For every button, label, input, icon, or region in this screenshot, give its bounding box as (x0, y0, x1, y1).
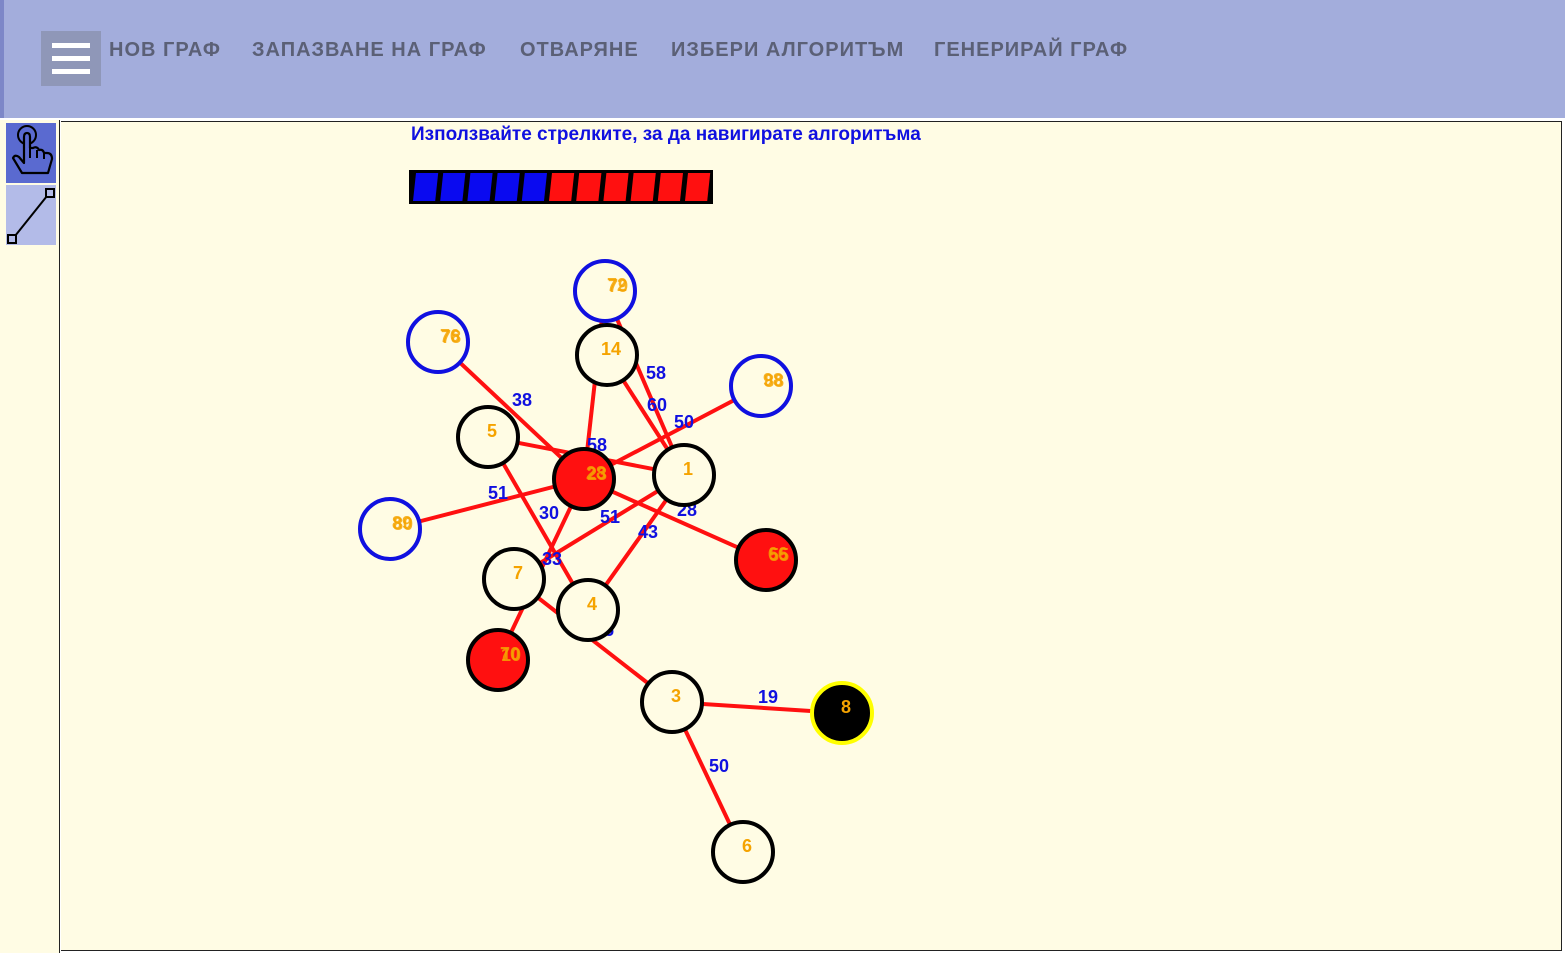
node-label: 1 (683, 459, 693, 479)
node-label: 23 (587, 464, 607, 484)
node-label: 6 (742, 836, 752, 856)
node-label: 14 (601, 339, 621, 359)
edge-weight-label: 50 (709, 756, 729, 776)
node-label: 80 (393, 514, 413, 534)
graph-node[interactable]: 4 (556, 578, 620, 642)
graph-node[interactable]: 7678 (406, 310, 470, 374)
graph-node[interactable]: 6655 (734, 528, 798, 592)
node-label: 10 (501, 645, 521, 665)
edge-weight-label: 51 (488, 483, 508, 503)
edge-weight-label: 43 (638, 522, 658, 542)
edge-weight-label: 58 (646, 363, 666, 383)
edge-weight-label: 30 (539, 503, 559, 523)
graph-node[interactable]: 14 (575, 323, 639, 387)
edge-weight-label: 60 (647, 395, 667, 415)
graph-node[interactable]: 7010 (466, 628, 530, 692)
graph-node[interactable]: 8980 (358, 497, 422, 561)
graph-node[interactable]: 7 (482, 547, 546, 611)
edge-weight-label: 19 (758, 687, 778, 707)
node-label: 55 (769, 545, 789, 565)
node-label: 3 (671, 686, 681, 706)
node-label: 88 (764, 371, 784, 391)
graph-node[interactable]: 8 (810, 681, 874, 745)
graph-node[interactable]: 7279 (573, 259, 637, 323)
graph-node[interactable]: 1 (652, 443, 716, 507)
graph-node[interactable]: 9888 (729, 354, 793, 418)
node-label: 8 (841, 697, 851, 717)
graph-node[interactable]: 6 (711, 820, 775, 884)
edge-weight-label: 33 (542, 549, 562, 569)
graph-canvas[interactable]: 383858605058513051284333451950 727914767… (0, 0, 1565, 953)
node-label: 4 (587, 594, 597, 614)
graph-node[interactable]: 3 (640, 670, 704, 734)
edge-weight-label: 51 (600, 507, 620, 527)
edge-weight-label: 38 (512, 390, 532, 410)
node-label: 7 (513, 563, 523, 583)
node-label: 79 (608, 276, 628, 296)
node-label: 5 (487, 421, 497, 441)
graph-node[interactable]: 5 (456, 405, 520, 469)
edge-weight-label: 50 (674, 412, 694, 432)
graph-node[interactable]: 2823 (552, 447, 616, 511)
node-label: 78 (441, 327, 461, 347)
